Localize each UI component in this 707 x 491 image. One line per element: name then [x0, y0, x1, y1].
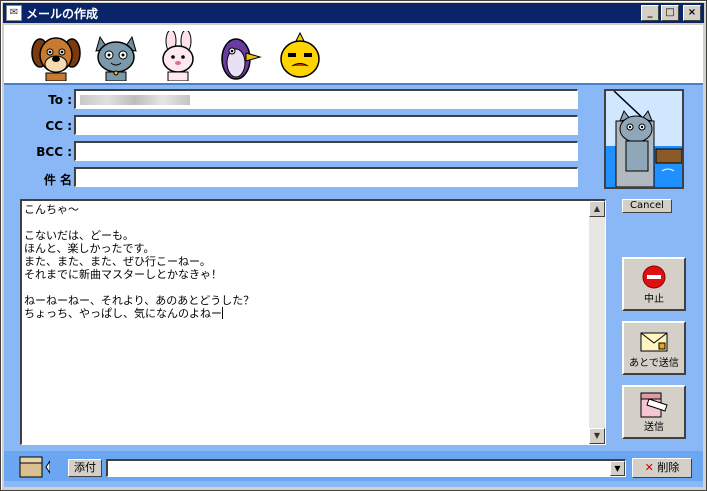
scroll-down-arrow-icon[interactable]: ▼: [589, 428, 605, 444]
penguin-icon[interactable]: [212, 31, 264, 81]
cat-avatar-icon: [606, 91, 682, 187]
message-body-text[interactable]: こんちゃ～ こないだは、どーも。 ほんと、楽しかったです。 また、また、また、ぜ…: [24, 203, 586, 441]
body-scrollbar[interactable]: ▲ ▼: [589, 201, 605, 444]
cat-icon[interactable]: [90, 31, 142, 81]
to-field[interactable]: [74, 89, 578, 109]
subject-field[interactable]: [74, 167, 578, 187]
subject-label: 件 名: [43, 173, 72, 187]
attach-box-icon[interactable]: [18, 455, 50, 479]
avatar-cancel-button[interactable]: Cancel: [622, 199, 672, 213]
delete-attachment-button[interactable]: ✕ 削除: [632, 458, 692, 478]
send-label: 送信: [644, 422, 664, 433]
to-label: To :: [48, 93, 72, 107]
to-address-blurred: [80, 95, 190, 105]
delete-label: 削除: [657, 461, 680, 474]
client-area: To : CC : BCC : 件 名 Cancel こんちゃ～ こないだは、ど…: [4, 25, 703, 487]
bcc-label: BCC :: [36, 145, 72, 159]
attachment-bar: 添付 ▼ ✕ 削除: [4, 451, 703, 481]
character-strip: [4, 25, 703, 83]
minimize-button[interactable]: _: [641, 5, 659, 21]
cc-field[interactable]: [74, 115, 578, 135]
bcc-field[interactable]: [74, 141, 578, 161]
send-later-label: あとで送信: [629, 358, 679, 369]
window-title: メールの作成: [26, 6, 99, 21]
mail-compose-window: ✉ メールの作成 _ □ × To: CC: BCC: 件 名 Cance…: [0, 0, 707, 491]
delete-x-icon: ✕: [644, 461, 654, 474]
attachment-combo[interactable]: ▼: [106, 459, 626, 477]
message-text: こんちゃ～ こないだは、どーも。 ほんと、楽しかったです。 また、また、また、ぜ…: [24, 203, 255, 320]
text-caret: [222, 307, 223, 319]
message-body[interactable]: こんちゃ～ こないだは、どーも。 ほんと、楽しかったです。 また、また、また、ぜ…: [20, 199, 606, 445]
yellow-face-icon[interactable]: [274, 31, 326, 81]
dog-icon[interactable]: [30, 31, 82, 81]
send-box-icon: [640, 392, 668, 418]
send-later-button[interactable]: あとで送信: [622, 321, 686, 375]
scroll-up-arrow-icon[interactable]: ▲: [589, 201, 605, 217]
envelope-later-icon: [640, 332, 668, 352]
attach-button[interactable]: 添付: [68, 459, 102, 477]
stop-label: 中止: [644, 294, 664, 305]
cc-label: CC :: [45, 119, 72, 133]
maximize-button[interactable]: □: [661, 5, 679, 21]
title-bar[interactable]: ✉ メールの作成 _ □ ×: [3, 3, 704, 23]
rabbit-icon[interactable]: [152, 31, 204, 81]
chevron-down-icon[interactable]: ▼: [610, 461, 625, 476]
send-button[interactable]: 送信: [622, 385, 686, 439]
compose-panel: To : CC : BCC : 件 名 Cancel こんちゃ～ こないだは、ど…: [4, 83, 703, 487]
sender-avatar: [604, 89, 684, 189]
close-button[interactable]: ×: [683, 5, 701, 21]
stop-button[interactable]: 中止: [622, 257, 686, 311]
stop-icon: [642, 265, 666, 289]
app-icon: ✉: [6, 5, 22, 21]
